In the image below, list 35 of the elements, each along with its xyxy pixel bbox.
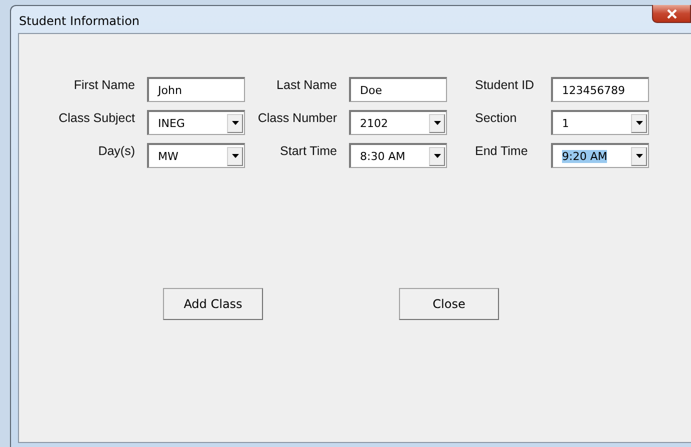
close-button[interactable] <box>652 5 691 23</box>
window-title: Student Information <box>18 13 140 28</box>
field-label: First Name <box>72 77 135 92</box>
caret-icon <box>232 121 238 125</box>
field-label: Student ID <box>475 77 536 92</box>
dropdown-button[interactable] <box>227 146 243 166</box>
caret-icon <box>232 154 238 158</box>
field-label: Class Subject <box>58 110 135 125</box>
input-field[interactable]: Doe <box>349 77 447 102</box>
dialog-button[interactable]: Close <box>399 288 499 320</box>
dropdown-field[interactable]: MW <box>147 143 245 168</box>
field-label: Start Time <box>279 143 337 158</box>
dropdown-button[interactable] <box>227 114 243 132</box>
dropdown-field[interactable]: 8:30 AM <box>349 143 447 168</box>
dropdown-button[interactable] <box>429 146 445 166</box>
field-label: End Time <box>475 143 529 158</box>
dropdown-field[interactable]: 1 <box>551 110 649 135</box>
dropdown-field[interactable]: 2102 <box>349 110 447 135</box>
caret-icon <box>636 154 642 158</box>
input-field[interactable]: 123456789 <box>551 77 649 102</box>
field-label: Last Name <box>276 77 337 92</box>
dropdown-field[interactable]: INEG <box>147 110 245 135</box>
dropdown-button[interactable] <box>631 114 647 132</box>
field-label: Class Number <box>256 110 337 125</box>
dialog-button[interactable]: Add Class <box>163 288 263 320</box>
dropdown-field[interactable]: 9:20 AM <box>551 143 649 168</box>
dropdown-button[interactable] <box>429 114 445 132</box>
close-icon <box>664 8 678 18</box>
caret-icon <box>636 121 642 125</box>
input-field[interactable]: John <box>147 77 245 102</box>
field-label: Section <box>475 110 518 125</box>
caret-icon <box>434 154 440 158</box>
field-label: Day(s) <box>97 143 135 158</box>
dropdown-button[interactable] <box>631 146 647 166</box>
caret-icon <box>434 121 440 125</box>
